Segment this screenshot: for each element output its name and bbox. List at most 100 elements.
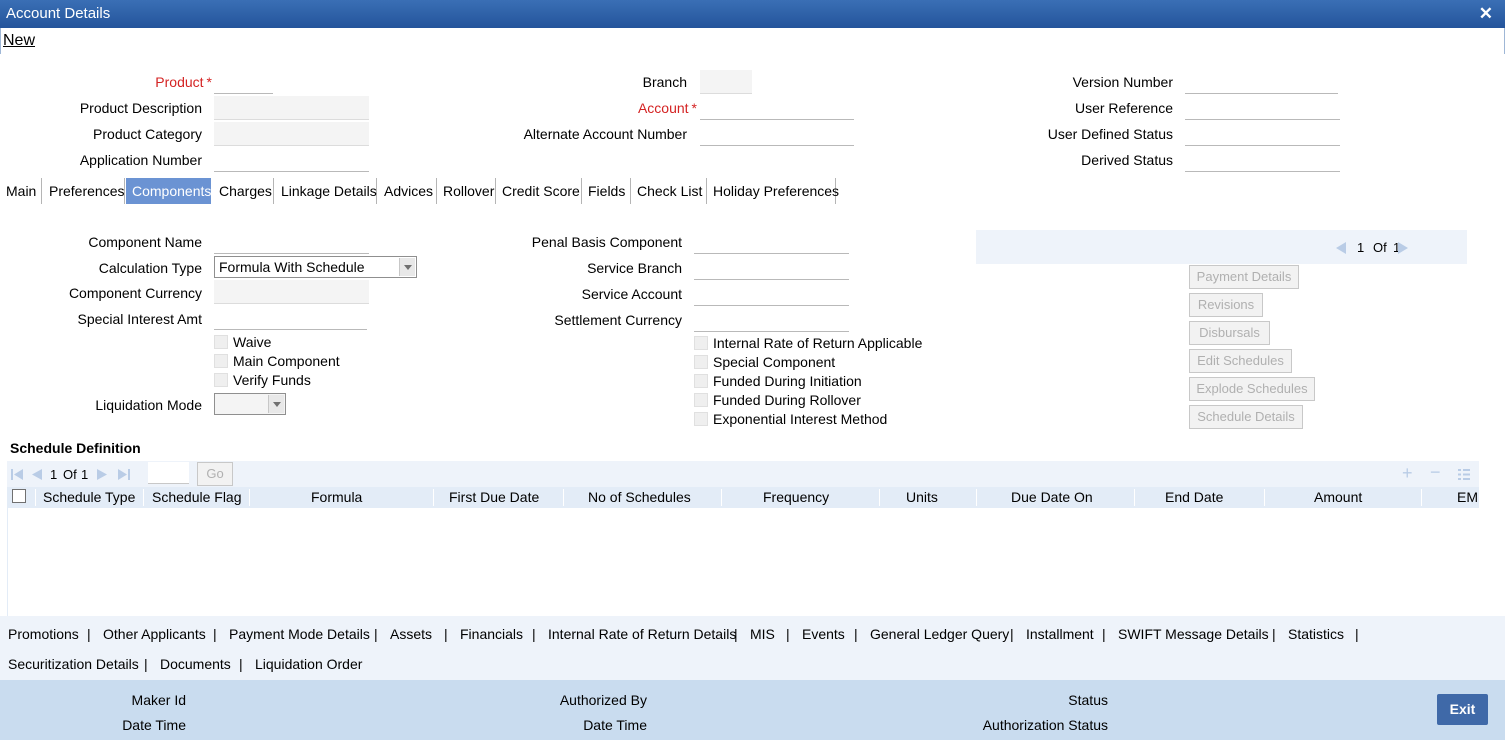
service-branch-input[interactable] [694, 256, 849, 280]
derived-status-input[interactable] [1185, 148, 1340, 172]
exponential-interest-method-checkbox[interactable] [694, 412, 708, 426]
column-frequency[interactable]: Frequency [763, 489, 829, 505]
link-statistics[interactable]: Statistics [1288, 626, 1344, 642]
calculation-type-label: Calculation Type [98, 260, 202, 276]
tab-rollover[interactable]: Rollover [437, 178, 496, 204]
tab-charges[interactable]: Charges [213, 178, 274, 204]
tab-linkage-details[interactable]: Linkage Details [275, 178, 377, 204]
product-category-input [214, 122, 369, 146]
column-no-of-schedules[interactable]: No of Schedules [588, 489, 691, 505]
next-page-icon[interactable] [97, 469, 107, 480]
tab-advices[interactable]: Advices [378, 178, 437, 204]
link-documents[interactable]: Documents [160, 656, 231, 672]
version-number-input[interactable] [1185, 70, 1338, 94]
schedule-page-current: 1 [50, 467, 58, 482]
special-component-checkbox[interactable] [694, 355, 708, 369]
maker-date-time-label: Date Time [122, 717, 186, 733]
new-link[interactable]: New [3, 32, 35, 50]
next-icon[interactable] [1398, 242, 1408, 254]
settlement-currency-input[interactable] [694, 308, 849, 332]
tab-preferences[interactable]: Preferences [43, 178, 125, 204]
product-input[interactable] [214, 70, 273, 94]
link-promotions[interactable]: Promotions [8, 626, 79, 642]
chevron-down-icon [268, 395, 284, 413]
column-em[interactable]: EM [1457, 489, 1478, 505]
page-number-input[interactable] [148, 462, 189, 484]
link-payment-mode-details[interactable]: Payment Mode Details [229, 626, 370, 642]
previous-icon[interactable] [1336, 242, 1346, 254]
service-account-input[interactable] [694, 282, 849, 306]
go-button[interactable]: Go [197, 462, 233, 486]
link-other-applicants[interactable]: Other Applicants [103, 626, 206, 642]
disbursals-button[interactable]: Disbursals [1189, 321, 1270, 345]
component-currency-label: Component Currency [68, 285, 202, 301]
link-irr-details[interactable]: Internal Rate of Return Details [548, 626, 736, 642]
previous-page-icon[interactable] [32, 469, 42, 480]
column-schedule-type[interactable]: Schedule Type [43, 489, 135, 505]
tab-holiday-preferences[interactable]: Holiday Preferences [707, 178, 839, 204]
last-page-icon[interactable] [118, 469, 130, 480]
pager-current: 1 [1357, 240, 1365, 255]
funded-during-initiation-label: Funded During Initiation [713, 373, 862, 389]
close-icon[interactable]: ✕ [1479, 4, 1493, 24]
irr-applicable-label: Internal Rate of Return Applicable [713, 335, 923, 351]
user-defined-status-input[interactable] [1185, 122, 1340, 146]
link-installment[interactable]: Installment [1026, 626, 1094, 642]
link-liquidation-order[interactable]: Liquidation Order [255, 656, 362, 672]
link-financials[interactable]: Financials [460, 626, 523, 642]
link-events[interactable]: Events [802, 626, 845, 642]
application-number-input[interactable] [214, 148, 369, 172]
single-view-icon[interactable] [1458, 469, 1470, 480]
schedule-details-button[interactable]: Schedule Details [1189, 405, 1303, 429]
liquidation-mode-select[interactable] [214, 393, 286, 415]
link-swift-message-details[interactable]: SWIFT Message Details [1118, 626, 1269, 642]
calculation-type-select[interactable]: Formula With Schedule [214, 256, 417, 278]
menu-bar: New [0, 28, 1505, 54]
exit-button[interactable]: Exit [1437, 694, 1488, 725]
link-securitization-details[interactable]: Securitization Details [8, 656, 139, 672]
funded-during-rollover-checkbox[interactable] [694, 393, 708, 407]
link-general-ledger-query[interactable]: General Ledger Query [870, 626, 1009, 642]
tab-check-list[interactable]: Check List [631, 178, 707, 204]
tab-main[interactable]: Main [0, 178, 42, 204]
verify-funds-checkbox[interactable] [214, 373, 228, 387]
irr-applicable-checkbox[interactable] [694, 336, 708, 350]
payment-details-button[interactable]: Payment Details [1189, 265, 1299, 289]
column-due-date-on[interactable]: Due Date On [1011, 489, 1093, 505]
explode-schedules-button[interactable]: Explode Schedules [1189, 377, 1315, 401]
column-first-due-date[interactable]: First Due Date [449, 489, 539, 505]
tab-fields[interactable]: Fields [582, 178, 631, 204]
penal-basis-component-input[interactable] [694, 230, 849, 254]
component-name-input[interactable] [214, 230, 369, 254]
special-interest-amt-input[interactable] [214, 306, 367, 330]
link-assets[interactable]: Assets [390, 626, 432, 642]
column-formula[interactable]: Formula [311, 489, 362, 505]
edit-schedules-button[interactable]: Edit Schedules [1189, 349, 1292, 373]
waive-checkbox[interactable] [214, 335, 228, 349]
add-row-icon[interactable]: + [1402, 463, 1413, 484]
user-reference-input[interactable] [1185, 96, 1340, 120]
verify-funds-label: Verify Funds [233, 372, 311, 388]
tab-components[interactable]: Components [126, 178, 211, 204]
calculation-type-value: Formula With Schedule [219, 259, 365, 275]
tab-credit-score[interactable]: Credit Score [496, 178, 582, 204]
link-separator: | [1010, 626, 1014, 642]
column-units[interactable]: Units [906, 489, 938, 505]
delete-row-icon[interactable]: − [1430, 462, 1441, 483]
select-all-checkbox[interactable] [12, 489, 26, 503]
account-input[interactable] [700, 96, 854, 120]
special-interest-amt-label: Special Interest Amt [77, 311, 202, 327]
chevron-down-icon [399, 258, 415, 276]
link-separator: | [854, 626, 858, 642]
column-end-date[interactable]: End Date [1165, 489, 1223, 505]
first-page-icon[interactable] [11, 469, 23, 480]
revisions-button[interactable]: Revisions [1189, 293, 1263, 317]
funded-during-initiation-checkbox[interactable] [694, 374, 708, 388]
application-number-label: Application Number [79, 152, 202, 168]
column-schedule-flag[interactable]: Schedule Flag [152, 489, 242, 505]
column-amount[interactable]: Amount [1314, 489, 1362, 505]
link-separator: | [786, 626, 790, 642]
main-component-checkbox[interactable] [214, 354, 228, 368]
alternate-account-number-input[interactable] [700, 122, 854, 146]
link-mis[interactable]: MIS [750, 626, 775, 642]
